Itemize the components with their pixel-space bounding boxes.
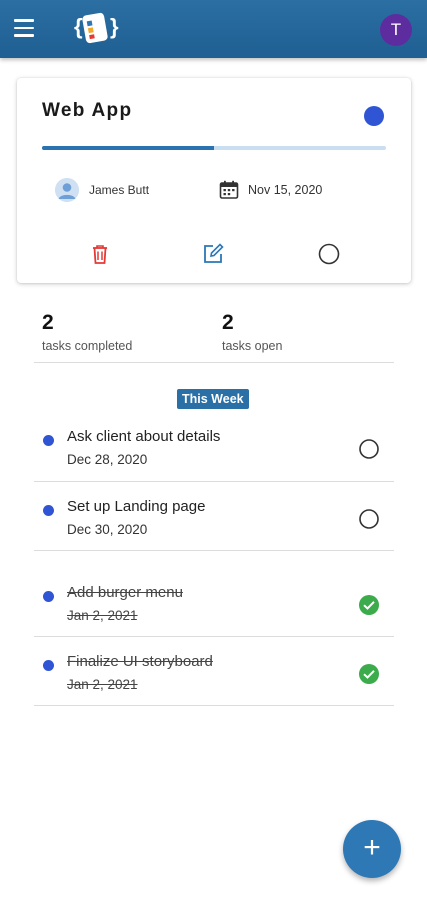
project-title: Web App xyxy=(42,100,133,121)
divider xyxy=(34,550,394,551)
task-color-dot xyxy=(43,435,54,446)
task-color-dot xyxy=(43,505,54,516)
task-date: Jan 2, 2021 xyxy=(67,608,138,623)
check-circle-icon[interactable] xyxy=(358,594,380,616)
task-title: Set up Landing page xyxy=(67,498,206,515)
stat-completed: 2 tasks completed xyxy=(42,310,132,353)
person-icon xyxy=(55,178,79,202)
project-card[interactable]: Web App James Butt Nov 15, 2020 xyxy=(17,78,411,283)
task-title: Finalize UI storyboard xyxy=(67,653,213,670)
app-logo-icon: { } xyxy=(74,12,119,44)
open-count: 2 xyxy=(222,311,234,334)
circle-icon[interactable] xyxy=(358,438,380,460)
circle-icon[interactable] xyxy=(358,508,380,530)
task-date: Dec 30, 2020 xyxy=(67,522,148,537)
plus-icon: + xyxy=(363,831,381,864)
divider xyxy=(34,362,394,363)
task-date: Jan 2, 2021 xyxy=(67,677,138,692)
stat-open: 2 tasks open xyxy=(222,310,282,353)
check-circle-icon[interactable] xyxy=(358,663,380,685)
project-progress-fill xyxy=(42,146,214,150)
hamburger-menu-icon[interactable] xyxy=(14,19,36,39)
project-due-date: Nov 15, 2020 xyxy=(219,179,322,201)
task-title: Ask client about details xyxy=(67,428,221,445)
app-root: { } T Web App James Butt Nov 15, 2020 2 … xyxy=(0,0,427,900)
circle-icon[interactable] xyxy=(317,242,341,266)
divider xyxy=(34,636,394,637)
project-progress-bar xyxy=(42,146,386,150)
user-avatar[interactable]: T xyxy=(380,14,412,46)
project-owner: James Butt xyxy=(55,178,149,202)
completed-count: 2 xyxy=(42,311,54,334)
trash-icon[interactable] xyxy=(88,242,112,266)
project-color-dot xyxy=(364,106,384,126)
svg-text:{: { xyxy=(74,14,83,39)
app-bar: { } T xyxy=(0,0,427,58)
owner-name: James Butt xyxy=(89,183,150,197)
add-task-button[interactable]: + xyxy=(343,820,401,878)
task-color-dot xyxy=(43,660,54,671)
due-date-text: Nov 15, 2020 xyxy=(248,183,323,197)
open-label: tasks open xyxy=(222,339,283,353)
edit-icon[interactable] xyxy=(201,242,225,266)
divider xyxy=(34,481,394,482)
divider xyxy=(34,705,394,706)
calendar-icon xyxy=(219,180,239,199)
completed-label: tasks completed xyxy=(42,339,133,353)
task-color-dot xyxy=(43,591,54,602)
section-badge: This Week xyxy=(177,389,249,409)
task-date: Dec 28, 2020 xyxy=(67,452,148,467)
svg-text:}: } xyxy=(110,14,119,39)
task-title: Add burger menu xyxy=(67,584,183,601)
